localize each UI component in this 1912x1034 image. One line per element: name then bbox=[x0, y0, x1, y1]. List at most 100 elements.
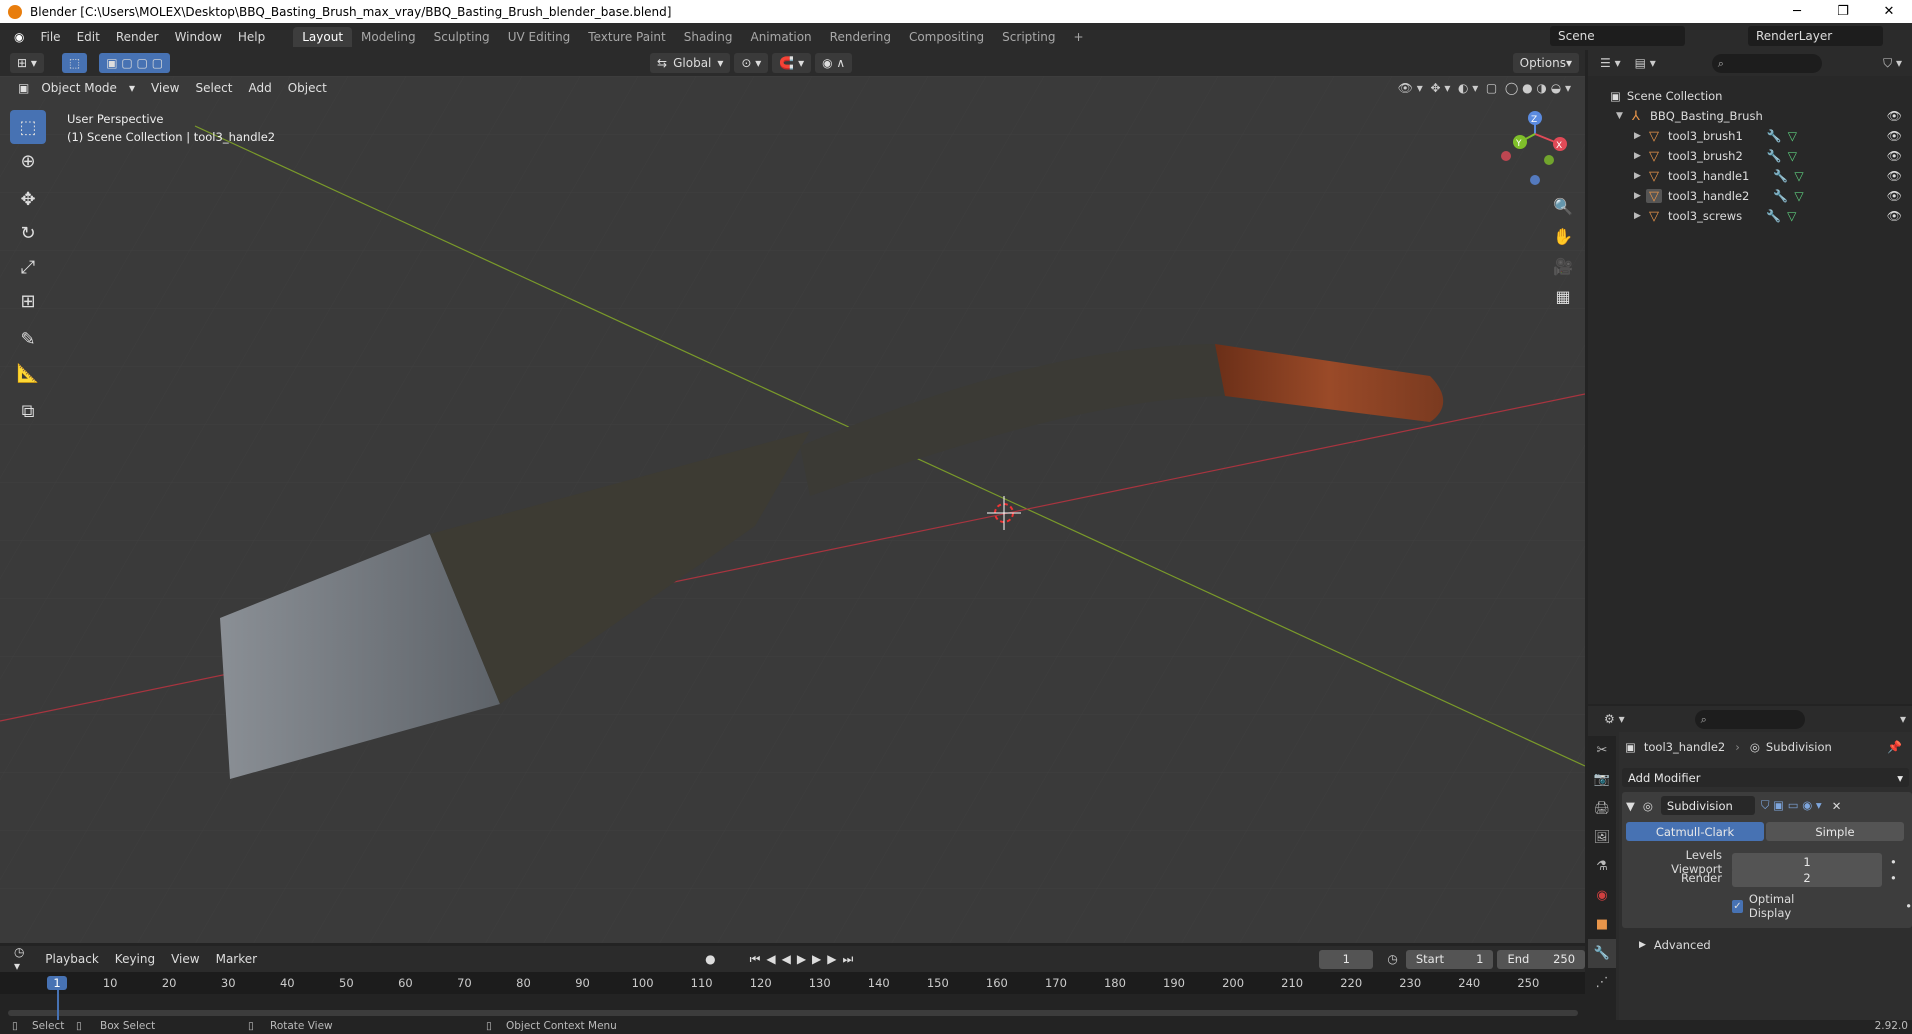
tab-texture-paint[interactable]: Texture Paint bbox=[579, 27, 674, 47]
modifier-toggle-icons[interactable]: ⛉ ▣ ▭ ◉ ▾ bbox=[1761, 798, 1822, 813]
transform-orientation-dropdown[interactable]: ⇆ Global ▾ bbox=[650, 53, 731, 73]
outliner-search-input[interactable]: ⌕ bbox=[1711, 53, 1822, 73]
add-modifier-dropdown[interactable]: Add Modifier ▾ bbox=[1622, 768, 1909, 787]
record-icon[interactable]: ● bbox=[705, 952, 715, 966]
view-layer-selector[interactable]: RenderLayer bbox=[1748, 26, 1883, 46]
properties-search-input[interactable]: ⌕ bbox=[1694, 709, 1805, 729]
timeline-menu-keying[interactable]: Keying bbox=[107, 952, 163, 966]
select-box-tool-icon[interactable]: ⬚ bbox=[10, 110, 46, 144]
select-tool-icon[interactable]: ⬚ bbox=[61, 53, 88, 73]
viewport-menu-select[interactable]: Select bbox=[187, 81, 240, 95]
mesh-data-icon[interactable]: ▽ bbox=[1794, 169, 1803, 183]
current-frame-field[interactable]: 1 bbox=[1319, 949, 1374, 969]
timeline-menu-playback[interactable]: Playback bbox=[37, 952, 107, 966]
keyframe-dot-icon[interactable]: • bbox=[1890, 855, 1897, 869]
expand-arrow-icon[interactable]: ▶ bbox=[1634, 131, 1646, 141]
simple-button[interactable]: Simple bbox=[1766, 822, 1904, 841]
render-tab-icon[interactable]: 📷 bbox=[1588, 765, 1616, 794]
minimize-button[interactable]: ─ bbox=[1774, 0, 1820, 23]
close-button[interactable]: ✕ bbox=[1866, 0, 1912, 23]
timeline-editor-icon[interactable]: ◷ ▾ bbox=[6, 945, 37, 973]
frame-tick-label[interactable]: 1 bbox=[47, 976, 67, 990]
properties-options-icon[interactable]: ▾ bbox=[1900, 712, 1906, 726]
tab-uv-editing[interactable]: UV Editing bbox=[499, 27, 580, 47]
frame-tick-label[interactable]: 190 bbox=[1163, 976, 1185, 990]
frame-tick-label[interactable]: 230 bbox=[1399, 976, 1421, 990]
visibility-eye-icon[interactable]: 👁 bbox=[1887, 169, 1902, 183]
scene-collection-row[interactable]: ▣ Scene Collection bbox=[1588, 86, 1912, 106]
expand-arrow-icon[interactable]: ▶ bbox=[1639, 940, 1646, 950]
display-mode-icon[interactable]: ▤ ▾ bbox=[1635, 56, 1656, 70]
scale-tool-icon[interactable]: ⤢ bbox=[10, 250, 46, 284]
catmull-clark-button[interactable]: Catmull-Clark bbox=[1626, 822, 1764, 841]
visibility-eye-icon[interactable]: 👁 bbox=[1887, 109, 1902, 123]
modifier-wrench-icon[interactable]: 🔧 bbox=[1766, 209, 1781, 223]
expand-arrow-icon[interactable]: ▼ bbox=[1616, 111, 1628, 121]
frame-tick-label[interactable]: 140 bbox=[868, 976, 890, 990]
advanced-subpanel[interactable]: ▶ Advanced bbox=[1639, 938, 1711, 952]
tab-rendering[interactable]: Rendering bbox=[821, 27, 900, 47]
expand-arrow-icon[interactable]: ▶ bbox=[1634, 191, 1646, 201]
modifier-wrench-icon[interactable]: 🔧 bbox=[1773, 169, 1788, 183]
timeline-menu-marker[interactable]: Marker bbox=[208, 952, 265, 966]
viewport-canvas[interactable]: Z X Y bbox=[0, 76, 1585, 943]
object-mode-dropdown[interactable]: ▣ Object Mode ▾ bbox=[10, 78, 143, 98]
annotate-tool-icon[interactable]: ✎ bbox=[10, 322, 46, 356]
playback-controls-icons[interactable]: ⏮◀◀▶▶▶⏭ bbox=[750, 952, 860, 967]
tab-modeling[interactable]: Modeling bbox=[352, 27, 425, 47]
tab-sculpting[interactable]: Sculpting bbox=[425, 27, 499, 47]
keyframe-dot-icon[interactable]: • bbox=[1890, 871, 1897, 885]
mesh-data-icon[interactable]: ▽ bbox=[1787, 209, 1796, 223]
frame-tick-label[interactable]: 160 bbox=[986, 976, 1008, 990]
add-workspace-button[interactable]: + bbox=[1065, 27, 1093, 47]
keyframe-dot-icon[interactable]: • bbox=[1905, 899, 1912, 913]
camera-view-icon[interactable]: 🎥 bbox=[1548, 252, 1578, 280]
start-frame-field[interactable]: Start 1 bbox=[1405, 949, 1494, 969]
viewport-menu-object[interactable]: Object bbox=[280, 81, 335, 95]
frame-tick-label[interactable]: 40 bbox=[277, 976, 297, 990]
frame-tick-label[interactable]: 20 bbox=[159, 976, 179, 990]
frame-tick-label[interactable]: 50 bbox=[336, 976, 356, 990]
move-tool-icon[interactable]: ✥ bbox=[10, 182, 46, 216]
mesh-data-icon[interactable]: ▽ bbox=[1788, 149, 1797, 163]
outliner-editor-icon[interactable]: ☰ ▾ bbox=[1600, 56, 1621, 70]
view-layer-tab-icon[interactable]: 🖼 bbox=[1588, 823, 1616, 852]
ortho-grid-icon[interactable]: ▦ bbox=[1548, 282, 1578, 310]
frame-tick-label[interactable]: 170 bbox=[1045, 976, 1067, 990]
menu-file[interactable]: File bbox=[32, 30, 68, 44]
frame-ruler[interactable]: 1 10 20 30 40 50 60 70 80 90 100 110 120 130 140 150 160… bbox=[0, 972, 1585, 994]
frame-tick-label[interactable]: 30 bbox=[218, 976, 238, 990]
pan-hand-icon[interactable]: ✋ bbox=[1548, 222, 1578, 250]
viewport-shading-icons[interactable]: 👁 ▾ ✥ ▾ ◐ ▾ ▢ ◯ ● ◑ ◒ ▾ bbox=[1390, 81, 1579, 95]
object-tab-icon[interactable]: ■ bbox=[1588, 910, 1616, 939]
collapse-arrow-icon[interactable]: ▼ bbox=[1626, 799, 1635, 813]
cursor-tool-icon[interactable]: ⊕ bbox=[10, 144, 46, 178]
list-item[interactable]: ▶ ▽ tool3_handle1 🔧 ▽ 👁 bbox=[1588, 166, 1912, 186]
menu-window[interactable]: Window bbox=[167, 30, 230, 44]
snap-icon[interactable]: 🧲 ▾ bbox=[772, 53, 812, 73]
scene-selector[interactable]: Scene bbox=[1550, 26, 1685, 46]
modifier-wrench-icon[interactable]: 🔧 bbox=[1767, 129, 1782, 143]
timeline-area[interactable]: 1 10 20 30 40 50 60 70 80 90 100 110 120 130 140 150 160… bbox=[0, 972, 1585, 1020]
expand-arrow-icon[interactable]: ▶ bbox=[1634, 151, 1646, 161]
expand-arrow-icon[interactable]: ▶ bbox=[1634, 171, 1646, 181]
frame-tick-label[interactable]: 220 bbox=[1340, 976, 1362, 990]
proportional-edit-icon[interactable]: ◉ ∧ bbox=[815, 53, 853, 73]
list-item[interactable]: ▶ ▽ tool3_screws 🔧 ▽ 👁 bbox=[1588, 206, 1912, 226]
tab-animation[interactable]: Animation bbox=[741, 27, 820, 47]
tab-compositing[interactable]: Compositing bbox=[900, 27, 993, 47]
add-cube-tool-icon[interactable]: ⧉ bbox=[10, 394, 46, 428]
measure-tool-icon[interactable]: 📐 bbox=[10, 356, 46, 390]
modifier-name-field[interactable]: Subdivision bbox=[1660, 796, 1755, 815]
tab-scripting[interactable]: Scripting bbox=[993, 27, 1064, 47]
rotate-tool-icon[interactable]: ↻ bbox=[10, 216, 46, 250]
timeline-menu-view[interactable]: View bbox=[163, 952, 207, 966]
list-item[interactable]: ▶ ▽ tool3_handle2 🔧 ▽ 👁 bbox=[1588, 186, 1912, 206]
frame-tick-label[interactable]: 150 bbox=[927, 976, 949, 990]
tool-tab-icon[interactable]: ✂ bbox=[1588, 736, 1616, 765]
frame-tick-label[interactable]: 90 bbox=[573, 976, 593, 990]
list-item[interactable]: ▶ ▽ tool3_brush2 🔧 ▽ 👁 bbox=[1588, 146, 1912, 166]
menu-render[interactable]: Render bbox=[108, 30, 167, 44]
filter-icon[interactable]: ⛉ ▾ bbox=[1883, 56, 1902, 71]
frame-tick-label[interactable]: 200 bbox=[1222, 976, 1244, 990]
